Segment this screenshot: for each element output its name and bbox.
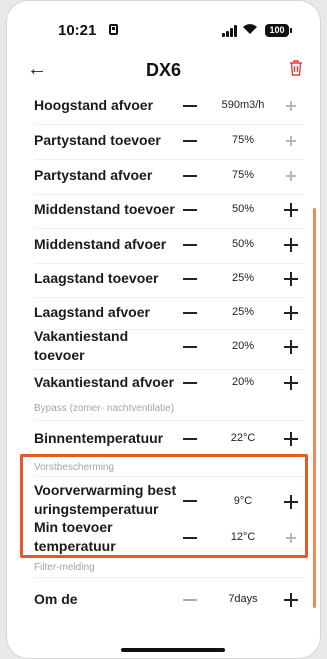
divider (34, 228, 304, 229)
battery-icon: 100 (265, 24, 292, 37)
phone-screen: 10:21 100 ← DX6 Hoogstand afvoer 590m3/h… (6, 0, 321, 659)
setting-row-vakantiestand-toevoer: Vakantiestand toevoer 20% (34, 327, 304, 367)
setting-row-middenstand-afvoer: Middenstand afvoer 50% (34, 234, 304, 256)
section-header-bypass: Bypass (zomer- nachtventilatie) (34, 403, 175, 414)
decrease-button[interactable] (183, 244, 197, 246)
setting-row-vakantiestand-afvoer: Vakantiestand afvoer 20% (34, 372, 304, 394)
status-time: 10:21 (58, 22, 97, 39)
setting-label: Middenstand toevoer (34, 201, 175, 217)
setting-row-hoogstand-afvoer: Hoogstand afvoer 590m3/h (34, 95, 304, 117)
increase-button[interactable] (284, 593, 298, 607)
home-indicator[interactable] (121, 648, 225, 652)
increase-button[interactable] (284, 238, 298, 252)
increase-button[interactable] (284, 432, 298, 446)
setting-value: 25% (231, 306, 255, 318)
decrease-button[interactable] (183, 140, 197, 142)
setting-label: Partystand afvoer (34, 167, 153, 183)
divider (34, 263, 304, 264)
setting-row-partystand-toevoer: Partystand toevoer 75% (34, 130, 304, 152)
divider (34, 297, 304, 298)
increase-button[interactable] (284, 99, 298, 113)
setting-label: Partystand toevoer (34, 132, 161, 148)
decrease-button[interactable] (183, 599, 197, 601)
page-header: ← DX6 (6, 56, 321, 88)
trash-icon[interactable] (289, 60, 303, 81)
setting-label-line2: toevoer (34, 347, 85, 363)
increase-button[interactable] (284, 306, 298, 320)
setting-label: Middenstand afvoer (34, 236, 167, 252)
increase-button[interactable] (284, 169, 298, 183)
setting-value: 590m3/h (221, 99, 265, 111)
setting-value: 50% (231, 238, 255, 250)
divider (34, 577, 304, 578)
setting-value: 20% (231, 376, 255, 388)
setting-label-line1: Vakantiestand (34, 328, 129, 344)
scrollbar[interactable] (313, 208, 316, 608)
decrease-button[interactable] (183, 438, 197, 440)
setting-label: Binnentemperatuur (34, 430, 164, 446)
decrease-button[interactable] (183, 312, 197, 314)
setting-row-laagstand-toevoer: Laagstand toevoer 25% (34, 268, 304, 290)
setting-value: 22°C (230, 432, 256, 444)
divider (34, 124, 304, 125)
setting-label: Hoogstand afvoer (34, 97, 154, 113)
increase-button[interactable] (284, 376, 298, 390)
decrease-button[interactable] (183, 346, 197, 348)
setting-value: 75% (231, 134, 255, 146)
sim-card-icon (109, 24, 118, 35)
wifi-icon (242, 22, 258, 38)
setting-row-middenstand-toevoer: Middenstand toevoer 50% (34, 199, 304, 221)
setting-label: Laagstand afvoer (34, 304, 150, 320)
divider (34, 420, 304, 421)
setting-value: 7days (228, 593, 258, 605)
increase-button[interactable] (284, 134, 298, 148)
status-bar: 10:21 100 (6, 0, 321, 60)
setting-row-laagstand-afvoer: Laagstand afvoer 25% (34, 302, 304, 324)
setting-row-om-de: Om de 7days (34, 589, 304, 611)
increase-button[interactable] (284, 203, 298, 217)
decrease-button[interactable] (183, 175, 197, 177)
decrease-button[interactable] (183, 209, 197, 211)
setting-label: Om de (34, 591, 78, 607)
setting-row-partystand-afvoer: Partystand afvoer 75% (34, 165, 304, 187)
decrease-button[interactable] (183, 278, 197, 280)
divider (34, 159, 304, 160)
highlight-box (20, 454, 308, 558)
setting-label: Laagstand toevoer (34, 270, 159, 286)
setting-value: 20% (231, 340, 255, 352)
setting-row-binnentemperatuur: Binnentemperatuur 22°C (34, 428, 304, 450)
section-header-filter: Filter-melding (34, 562, 95, 573)
divider (34, 369, 304, 370)
page-title: DX6 (145, 60, 181, 80)
setting-label: Vakantiestand afvoer (34, 374, 175, 390)
divider (34, 194, 304, 195)
increase-button[interactable] (284, 340, 298, 354)
setting-value: 50% (231, 203, 255, 215)
setting-value: 75% (231, 169, 255, 181)
increase-button[interactable] (284, 272, 298, 286)
setting-value: 25% (231, 272, 255, 284)
decrease-button[interactable] (183, 105, 197, 107)
decrease-button[interactable] (183, 382, 197, 384)
